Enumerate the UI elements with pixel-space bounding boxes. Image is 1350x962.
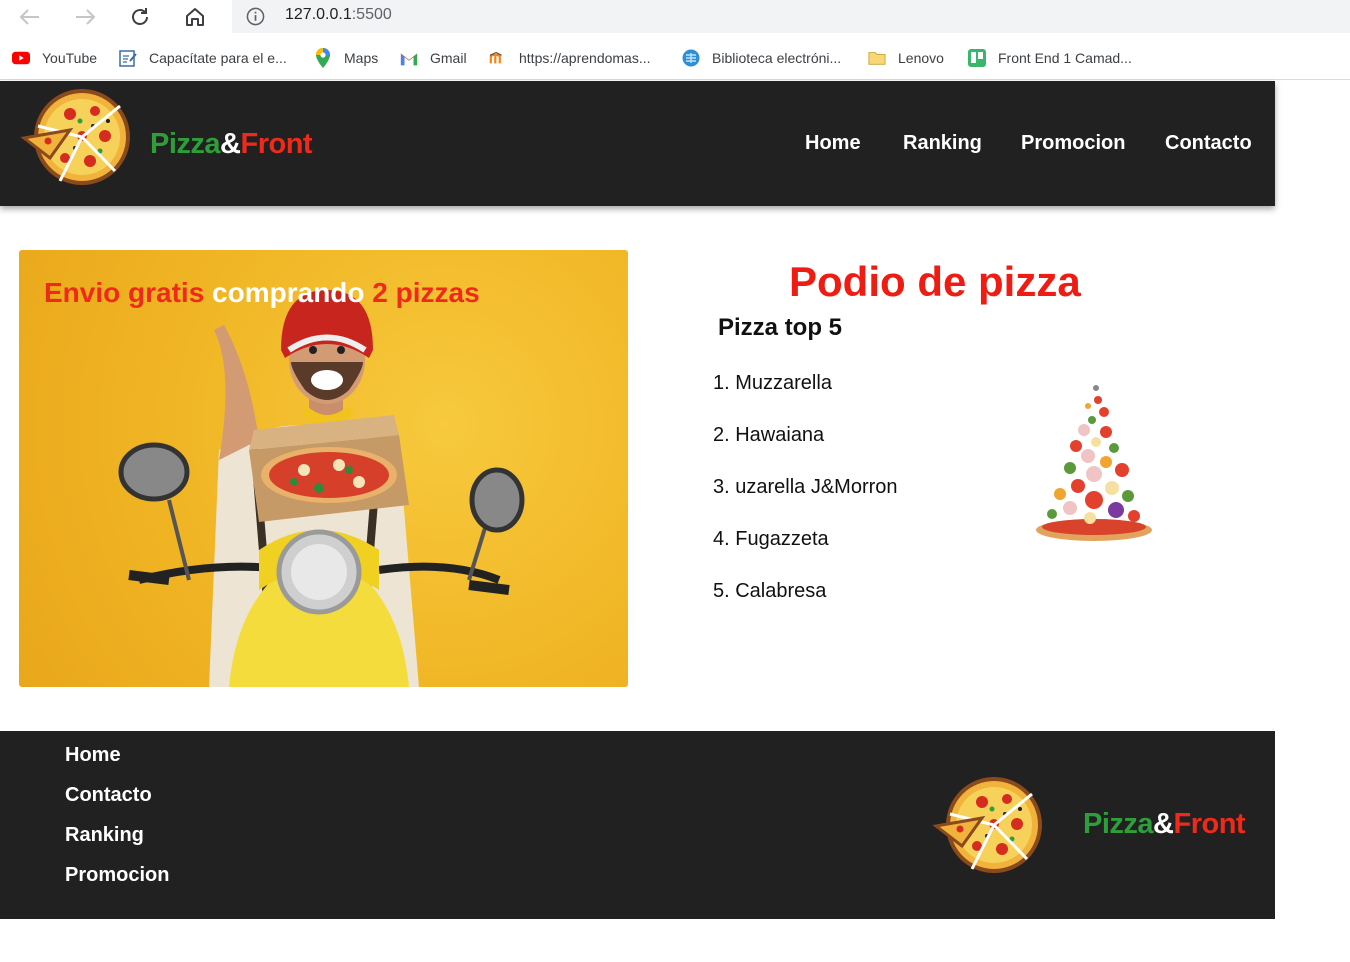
bookmark-youtube[interactable]: YouTube <box>12 47 97 69</box>
brand-logo-text[interactable]: Pizza&Front <box>150 128 313 161</box>
course-icon <box>119 49 137 67</box>
brand-part-amp: & <box>220 128 241 160</box>
promo-part-buying: comprando <box>204 277 373 308</box>
bookmark-aprendomas[interactable]: https://aprendomas... <box>489 47 651 69</box>
reload-icon <box>132 8 148 25</box>
footer-brand-text[interactable]: Pizza&Front <box>1083 808 1246 841</box>
maps-icon <box>314 48 332 68</box>
gmail-icon <box>400 49 418 67</box>
library-icon <box>682 49 700 67</box>
bookmark-label: Front End 1 Camad... <box>998 50 1132 66</box>
nav-contacto[interactable]: Contacto <box>1165 132 1252 155</box>
pizza-logo-icon[interactable] <box>20 86 138 188</box>
info-icon[interactable] <box>246 7 265 26</box>
arrow-left-icon <box>19 9 39 25</box>
youtube-icon <box>12 49 30 67</box>
brand-part-amp: & <box>1153 808 1174 840</box>
bookmark-label: Biblioteca electróni... <box>712 50 842 66</box>
bookmark-label: Maps <box>344 50 379 66</box>
ranking-item: 2. Hawaiana <box>713 424 825 446</box>
home-icon <box>186 8 204 26</box>
bookmark-label: Capacítate para el e... <box>149 50 287 66</box>
trello-icon <box>968 49 986 67</box>
promo-part-two-pizzas: 2 pizzas <box>372 277 480 308</box>
podium-subtitle: Pizza top 5 <box>718 314 843 341</box>
footer-link-ranking[interactable]: Ranking <box>65 824 144 847</box>
ranking-item: 4. Fugazzeta <box>713 528 829 550</box>
flying-pizza-image <box>1036 385 1152 541</box>
back-button[interactable] <box>16 4 44 30</box>
footer-link-contacto[interactable]: Contacto <box>65 784 152 807</box>
url-text[interactable]: 127.0.0.1:5500 <box>285 6 392 24</box>
nav-ranking[interactable]: Ranking <box>903 132 982 155</box>
reload-button[interactable] <box>126 4 154 30</box>
brand-part-pizza: Pizza <box>1083 808 1154 840</box>
bookmark-label: YouTube <box>42 50 98 66</box>
podium-title: Podio de pizza <box>789 258 1081 305</box>
brand-part-front: Front <box>1173 808 1246 840</box>
url-host: 127.0.0.1 <box>285 6 352 23</box>
delivery-man-image <box>118 290 525 687</box>
ranking-item: 5. Calabresa <box>713 580 827 602</box>
bookmark-capacitate[interactable]: Capacítate para el e... <box>119 47 287 69</box>
promo-title: Envio gratis comprando 2 pizzas <box>44 277 480 309</box>
bookmark-gmail[interactable]: Gmail <box>400 47 467 69</box>
home-button[interactable] <box>181 4 209 30</box>
url-port: :5500 <box>351 6 392 23</box>
moodle-icon <box>489 49 507 67</box>
address-bar[interactable]: 127.0.0.1:5500 <box>232 0 1350 33</box>
bookmark-maps[interactable]: Maps <box>314 47 378 69</box>
ranking-item: 1. Muzzarella <box>713 372 832 394</box>
bookmark-label: https://aprendomas... <box>519 50 651 66</box>
bookmark-lenovo[interactable]: Lenovo <box>868 47 944 69</box>
bookmark-frontend[interactable]: Front End 1 Camad... <box>968 47 1132 69</box>
nav-promocion[interactable]: Promocion <box>1021 132 1125 155</box>
bookmark-label: Gmail <box>430 50 467 66</box>
promo-part-free: Envio gratis <box>44 277 205 308</box>
brand-part-pizza: Pizza <box>150 128 221 160</box>
footer-link-home[interactable]: Home <box>65 744 121 767</box>
forward-button[interactable] <box>71 4 99 30</box>
browser-toolbar: 127.0.0.1:5500 <box>0 0 1350 36</box>
bookmark-label: Lenovo <box>898 50 944 66</box>
footer-pizza-logo-icon[interactable] <box>930 774 1052 876</box>
arrow-right-icon <box>76 9 96 25</box>
nav-home[interactable]: Home <box>805 132 861 155</box>
bookmarks-bar: YouTube Capacítate para el e... Maps Gma… <box>0 36 1350 80</box>
promo-banner[interactable]: Envio gratis comprando 2 pizzas <box>19 250 628 687</box>
ranking-item: 3. uzarella J&Morron <box>713 476 898 498</box>
bookmark-biblioteca[interactable]: Biblioteca electróni... <box>682 47 841 69</box>
brand-part-front: Front <box>240 128 313 160</box>
footer-link-promocion[interactable]: Promocion <box>65 864 169 887</box>
folder-icon <box>868 49 886 67</box>
